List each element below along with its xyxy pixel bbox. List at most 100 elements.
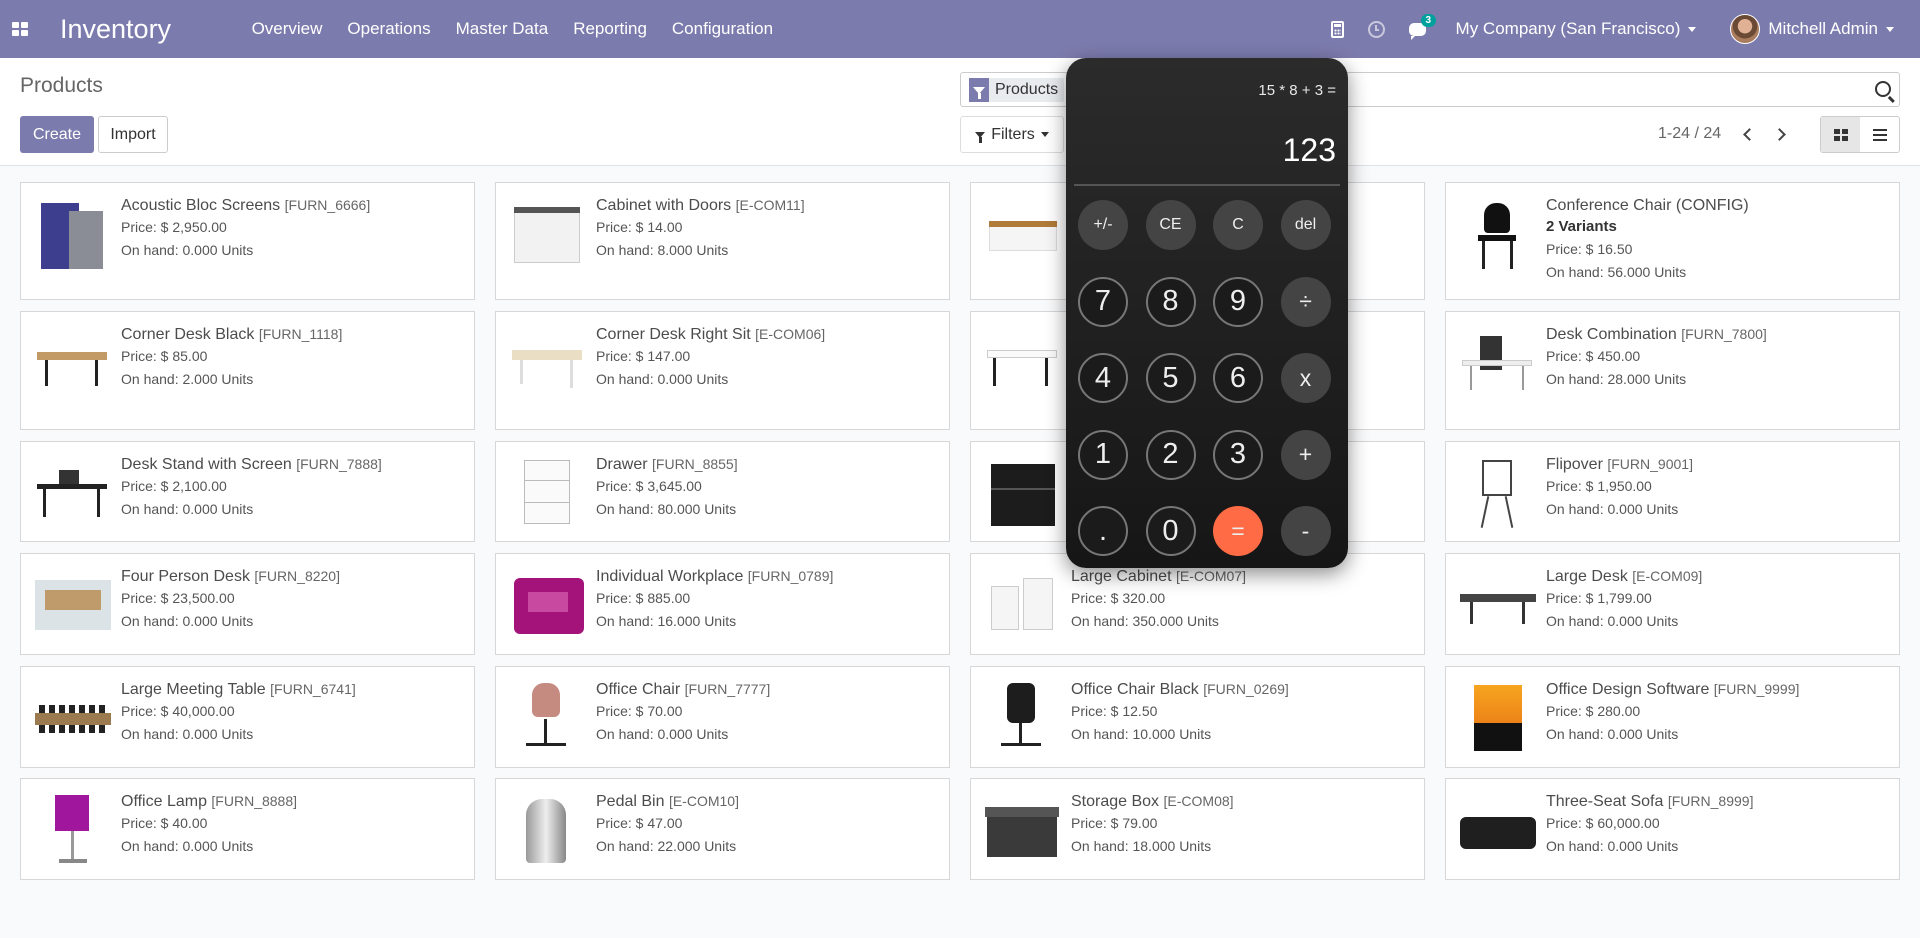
product-code: [E-COM11] (735, 197, 805, 213)
calculator-expression: 15 * 8 + 3 = (1258, 82, 1336, 99)
calculator-icon[interactable] (1330, 20, 1344, 38)
calc-key-delete[interactable]: del (1280, 200, 1331, 250)
product-card[interactable]: Corner Desk Black [FURN_1118] Price: $ 85… (20, 311, 475, 430)
lamp-icon (35, 795, 107, 867)
menu-operations[interactable]: Operations (335, 19, 443, 39)
calc-key-7[interactable]: 7 (1078, 276, 1128, 327)
product-card[interactable]: Corner Desk Right Sit [E-COM06] Price: $ … (495, 311, 950, 430)
desk-light-icon (510, 328, 582, 400)
menu-configuration[interactable]: Configuration (659, 19, 785, 39)
product-price: Price: $ 79.00 (1071, 815, 1158, 831)
product-price: Price: $ 23,500.00 (121, 590, 235, 606)
product-info: Conference Chair (CONFIG) 2 Variants Pric… (1546, 195, 1891, 284)
list-view-button[interactable] (1860, 117, 1899, 152)
flipover-icon (1460, 458, 1532, 530)
filters-button[interactable]: Filters (960, 116, 1064, 153)
calc-key-8[interactable]: 8 (1145, 276, 1196, 327)
product-card[interactable]: Conference Chair (CONFIG) 2 Variants Pric… (1445, 182, 1900, 300)
product-card[interactable]: Drawer [FURN_8855] Price: $ 3,645.00 On ha… (495, 441, 950, 542)
pager-value[interactable]: 1-24 / 24 (1658, 125, 1721, 143)
product-card[interactable]: Office Chair [FURN_7777] Price: $ 70.00 On… (495, 666, 950, 768)
product-card[interactable]: Four Person Desk [FURN_8220] Price: $ 23,… (20, 553, 475, 655)
menu-reporting[interactable]: Reporting (561, 19, 660, 39)
calc-key-2[interactable]: 2 (1145, 429, 1196, 480)
import-button[interactable]: Import (98, 116, 168, 153)
product-code: [FURN_1118] (258, 326, 343, 342)
desk-icon (35, 328, 107, 400)
search-facet[interactable]: Products (969, 78, 1065, 102)
company-switcher[interactable]: My Company (San Francisco) (1456, 19, 1697, 39)
calc-key-minus[interactable]: - (1280, 506, 1331, 556)
chevron-down-icon (1688, 26, 1697, 32)
pager-previous-button[interactable] (1737, 124, 1757, 144)
calc-key-6[interactable]: 6 (1213, 353, 1263, 403)
messages-icon[interactable]: 3 (1408, 13, 1437, 40)
menu-overview[interactable]: Overview (239, 19, 335, 39)
product-price: Price: $ 2,100.00 (121, 478, 227, 494)
user-menu[interactable]: Mitchell Admin (1730, 14, 1894, 44)
product-card[interactable]: Office Chair Black [FURN_0269] Price: $ 1… (970, 666, 1425, 768)
calc-key-clear-entry[interactable]: CE (1145, 200, 1196, 250)
product-name: Desk Combination (1546, 326, 1677, 343)
product-name-line: Large Meeting Table [FURN_6741] (121, 679, 466, 700)
product-card[interactable]: Individual Workplace [FURN_0789] Price: $… (495, 553, 950, 655)
product-card[interactable]: Desk Stand with Screen [FURN_7888] Price:… (20, 441, 475, 542)
calc-key-9[interactable]: 9 (1213, 276, 1263, 327)
product-card[interactable]: Office Lamp [FURN_8888] Price: $ 40.00 On … (20, 778, 475, 880)
calc-key-multiply[interactable]: x (1280, 353, 1331, 403)
calc-key-0[interactable]: 0 (1145, 506, 1196, 556)
product-info: Office Chair [FURN_7777] Price: $ 70.00 On… (596, 679, 941, 746)
product-image (31, 324, 111, 404)
product-card[interactable]: Large Cabinet [E-COM07] Price: $ 320.00 On… (970, 553, 1425, 655)
product-card[interactable]: Flipover [FURN_9001] Price: $ 1,950.00 On … (1445, 441, 1900, 542)
product-code: [FURN_7800] (1681, 326, 1767, 342)
calc-key-decimal[interactable]: . (1078, 506, 1128, 556)
product-card[interactable]: Acoustic Bloc Screens [FURN_6666] Price: … (20, 182, 475, 300)
calc-key-1[interactable]: 1 (1078, 429, 1128, 480)
product-card[interactable]: Large Meeting Table [FURN_6741] Price: $ … (20, 666, 475, 768)
product-price: Price: $ 1,950.00 (1546, 478, 1652, 494)
product-card[interactable]: Storage Box [E-COM08] Price: $ 79.00 On ha… (970, 778, 1425, 880)
calc-key-5[interactable]: 5 (1145, 353, 1196, 403)
office-icon (35, 570, 111, 642)
menu-master-data[interactable]: Master Data (443, 19, 561, 39)
product-code: [E-COM06] (755, 326, 826, 342)
calc-key-3[interactable]: 3 (1213, 429, 1263, 480)
product-card[interactable]: Three-Seat Sofa [FURN_8999] Price: $ 60,0… (1445, 778, 1900, 880)
product-card[interactable]: Office Design Software [FURN_9999] Price:… (1445, 666, 1900, 768)
calc-key-divide[interactable]: ÷ (1280, 276, 1331, 327)
calc-key-equals[interactable]: = (1213, 506, 1263, 556)
product-price: Price: $ 1,799.00 (1546, 590, 1652, 606)
product-image (1456, 195, 1536, 275)
calc-key-plus[interactable]: + (1280, 429, 1331, 480)
product-info: Office Lamp [FURN_8888] Price: $ 40.00 On … (121, 791, 466, 858)
product-name-line: Corner Desk Black [FURN_1118] (121, 324, 466, 345)
calc-key-clear[interactable]: C (1213, 200, 1263, 250)
clock-icon[interactable] (1367, 20, 1385, 38)
calc-key-plus-minus[interactable]: +/- (1078, 200, 1128, 250)
product-card[interactable]: Large Desk [E-COM09] Price: $ 1,799.00 On … (1445, 553, 1900, 655)
pager-next-button[interactable] (1771, 124, 1791, 144)
product-price: Price: $ 60,000.00 (1546, 815, 1660, 831)
product-info: Four Person Desk [FURN_8220] Price: $ 23,… (121, 566, 466, 633)
chevron-right-icon (1772, 127, 1786, 141)
search-icon[interactable] (1875, 81, 1891, 97)
kanban-view-button[interactable] (1821, 117, 1860, 152)
product-price: Price: $ 16.50 (1546, 241, 1633, 257)
app-title[interactable]: Inventory (60, 14, 171, 45)
product-card[interactable]: Cabinet with Doors [E-COM11] Price: $ 14.… (495, 182, 950, 300)
product-card[interactable]: Pedal Bin [E-COM10] Price: $ 47.00 On hand… (495, 778, 950, 880)
product-info: Storage Box [E-COM08] Price: $ 79.00 On ha… (1071, 791, 1416, 858)
large-desk-icon (1460, 570, 1536, 642)
calc-key-4[interactable]: 4 (1078, 353, 1128, 403)
product-image (31, 791, 111, 871)
product-name-line: Acoustic Bloc Screens [FURN_6666] (121, 195, 466, 216)
product-price: Price: $ 14.00 (596, 219, 683, 235)
product-name: Cabinet with Doors (596, 197, 732, 214)
product-name: Office Lamp (121, 793, 207, 810)
product-card[interactable]: Desk Combination [FURN_7800] Price: $ 450… (1445, 311, 1900, 430)
app-switcher-icon[interactable] (0, 0, 40, 58)
product-image (981, 195, 1061, 275)
meeting-icon (35, 683, 111, 755)
create-button[interactable]: Create (20, 116, 94, 153)
